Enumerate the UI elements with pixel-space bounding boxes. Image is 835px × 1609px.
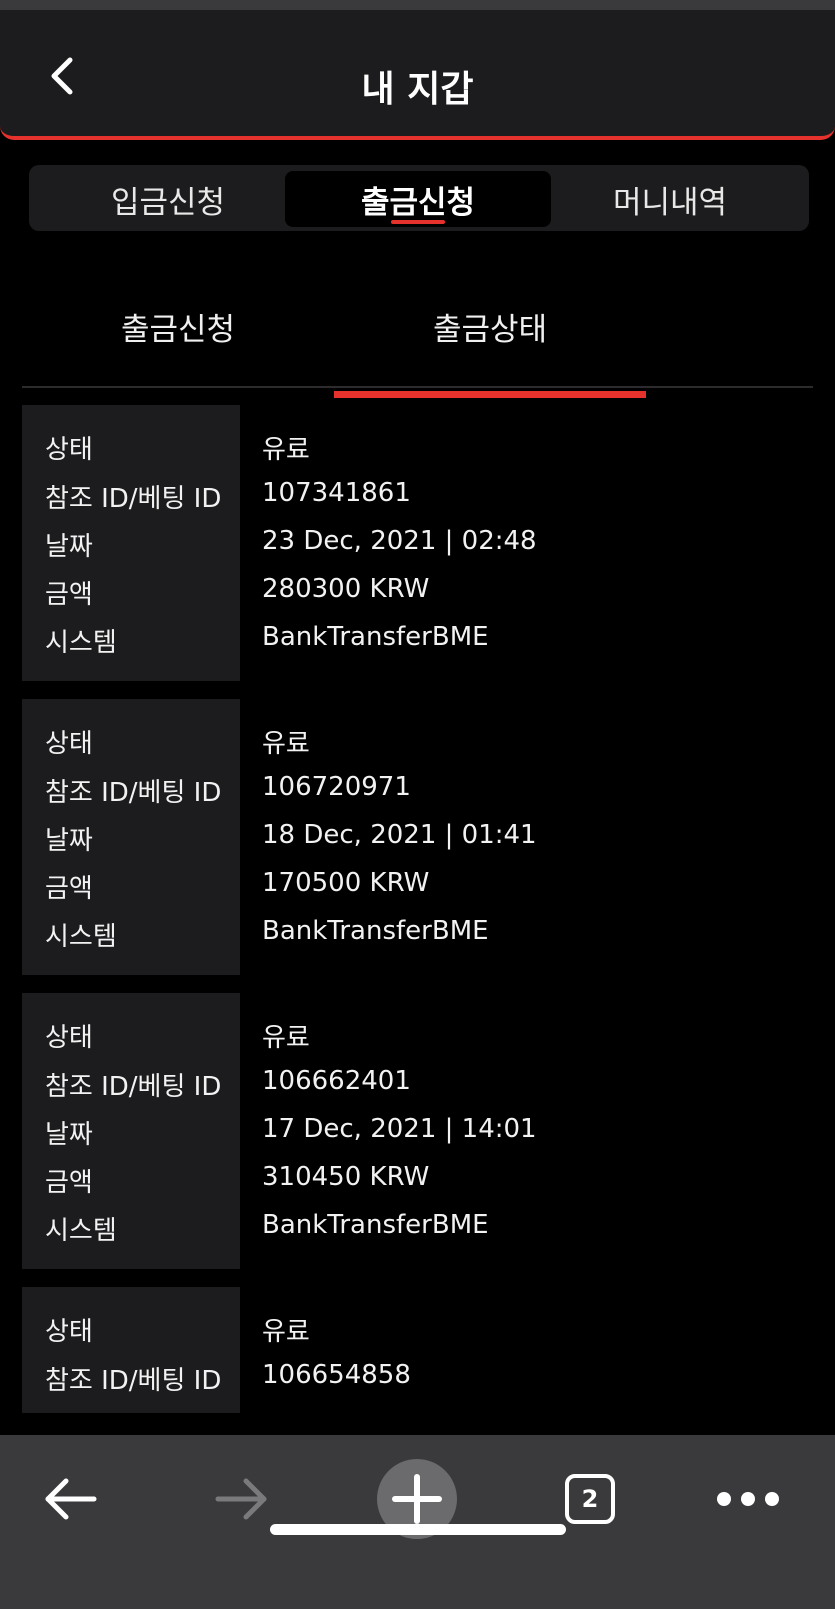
home-indicator	[270, 1524, 566, 1535]
active-tab-indicator	[334, 391, 646, 398]
browser-back-button[interactable]	[30, 1459, 110, 1539]
arrow-right-icon	[215, 1478, 267, 1520]
system-value: BankTransferBME	[262, 1210, 489, 1240]
tab-count-icon: 2	[565, 1474, 615, 1524]
arrow-left-icon	[45, 1478, 97, 1520]
app-header: 내 지갑	[0, 10, 835, 140]
date-label: 날짜	[45, 826, 93, 856]
tab-withdraw-status[interactable]: 출금상태	[334, 304, 646, 398]
segment-deposit-request[interactable]: 입금신청	[35, 171, 301, 227]
more-dots-icon	[717, 1492, 779, 1506]
browser-toolbar: 2	[0, 1435, 835, 1609]
date-value: 23 Dec, 2021 | 02:48	[262, 526, 537, 556]
transaction-card: 상태 참조 ID/베팅 ID 유료 106654858	[22, 1287, 813, 1413]
status-label: 상태	[45, 435, 93, 465]
card-label-column: 상태 참조 ID/베팅 ID 날짜 금액 시스템	[22, 405, 240, 681]
active-segment-indicator	[391, 220, 445, 224]
status-label: 상태	[45, 729, 93, 759]
ref-id-value: 107341861	[262, 478, 411, 508]
transaction-card: 상태 참조 ID/베팅 ID 날짜 금액 시스템 유료 106662401 17…	[22, 993, 813, 1269]
card-label-column: 상태 참조 ID/베팅 ID	[22, 1287, 240, 1413]
amount-value: 310450 KRW	[262, 1162, 430, 1192]
amount-label: 금액	[45, 1168, 93, 1198]
system-label: 시스템	[45, 922, 117, 952]
status-label: 상태	[45, 1023, 93, 1053]
date-label: 날짜	[45, 532, 93, 562]
date-value: 18 Dec, 2021 | 01:41	[262, 820, 537, 850]
date-value: 17 Dec, 2021 | 14:01	[262, 1114, 537, 1144]
system-value: BankTransferBME	[262, 916, 489, 946]
tab-count: 2	[581, 1485, 599, 1513]
amount-label: 금액	[45, 874, 93, 904]
ref-id-value: 106662401	[262, 1066, 411, 1096]
system-value: BankTransferBME	[262, 622, 489, 652]
system-label: 시스템	[45, 628, 117, 658]
withdraw-subtabs: 출금신청 출금상태	[22, 290, 813, 398]
tab-label: 출금신청	[120, 312, 236, 348]
ref-id-label: 참조 ID/베팅 ID	[45, 1072, 222, 1102]
amount-label: 금액	[45, 580, 93, 610]
tab-withdraw-request[interactable]: 출금신청	[22, 304, 334, 386]
segment-label: 출금신청	[360, 184, 476, 221]
transaction-card: 상태 참조 ID/베팅 ID 날짜 금액 시스템 유료 106720971 18…	[22, 699, 813, 975]
segment-label: 입금신청	[110, 184, 226, 221]
amount-value: 280300 KRW	[262, 574, 430, 604]
withdraw-status-list: 상태 참조 ID/베팅 ID 날짜 금액 시스템 유료 107341861 23…	[22, 405, 813, 1413]
status-value: 유료	[262, 1023, 310, 1053]
wallet-segment-control: 입금신청 출금신청 머니내역	[29, 165, 809, 231]
page-title: 내 지갑	[361, 69, 474, 110]
segment-money-history[interactable]: 머니내역	[537, 171, 803, 227]
ref-id-value: 106720971	[262, 772, 411, 802]
segment-withdraw-request[interactable]: 출금신청	[285, 171, 551, 227]
card-label-column: 상태 참조 ID/베팅 ID 날짜 금액 시스템	[22, 993, 240, 1269]
tab-label: 출금상태	[432, 312, 548, 348]
segment-label: 머니내역	[612, 184, 728, 221]
transaction-card: 상태 참조 ID/베팅 ID 날짜 금액 시스템 유료 107341861 23…	[22, 405, 813, 681]
status-value: 유료	[262, 435, 310, 465]
ref-id-value: 106654858	[262, 1360, 411, 1390]
more-menu-button[interactable]	[708, 1459, 788, 1539]
status-label: 상태	[45, 1317, 93, 1347]
ref-id-label: 참조 ID/베팅 ID	[45, 1366, 222, 1396]
ref-id-label: 참조 ID/베팅 ID	[45, 484, 222, 514]
status-value: 유료	[262, 1317, 310, 1347]
status-strip	[0, 0, 835, 10]
date-label: 날짜	[45, 1120, 93, 1150]
status-value: 유료	[262, 729, 310, 759]
card-label-column: 상태 참조 ID/베팅 ID 날짜 금액 시스템	[22, 699, 240, 975]
system-label: 시스템	[45, 1216, 117, 1246]
amount-value: 170500 KRW	[262, 868, 430, 898]
ref-id-label: 참조 ID/베팅 ID	[45, 778, 222, 808]
